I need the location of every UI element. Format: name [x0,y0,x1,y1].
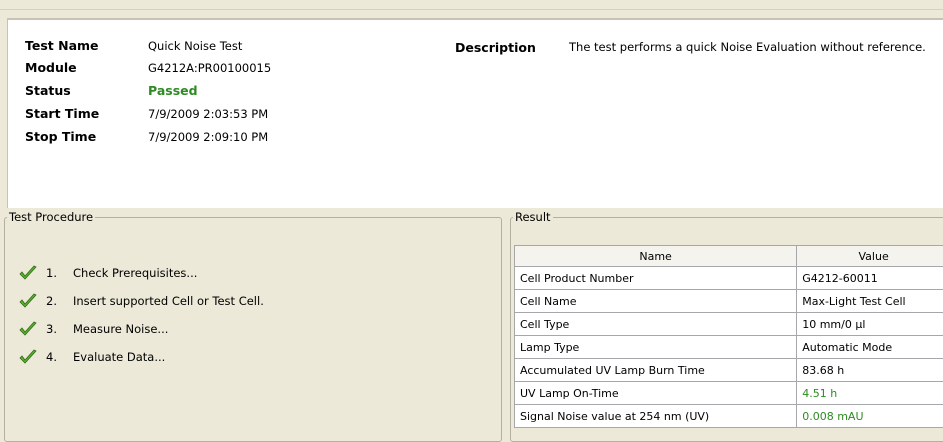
test-procedure-title: Test Procedure [7,210,95,224]
result-table: Name Value Cell Product NumberG4212-6001… [514,245,943,428]
description-label: Description [455,40,536,55]
test-name-value: Quick Noise Test [148,36,242,56]
module-label: Module [25,58,145,78]
checkmark-icon [19,265,37,281]
top-strip [0,0,943,10]
result-name-cell: Signal Noise value at 254 nm (UV) [515,405,797,428]
result-name-cell: Lamp Type [515,336,797,359]
result-value-cell: 83.68 h [797,359,943,382]
step-text: Check Prerequisites... [73,264,197,282]
stop-time-value: 7/9/2009 2:09:10 PM [148,127,268,147]
result-value-cell: 0.008 mAU [797,405,943,428]
result-row[interactable]: Cell Type10 mm/0 µl [515,313,943,336]
result-header-row: Name Value [515,246,943,267]
result-group: Result Name Value Cell Product NumberG42… [510,210,943,442]
checkmark-icon [19,321,37,337]
result-row[interactable]: Cell NameMax-Light Test Cell [515,290,943,313]
result-name-cell: Accumulated UV Lamp Burn Time [515,359,797,382]
step-number: 1. [46,264,57,282]
test-procedure-group: Test Procedure 1. Check Prerequisites... 2… [4,210,502,442]
result-row[interactable]: Lamp TypeAutomatic Mode [515,336,943,359]
result-row[interactable]: Signal Noise value at 254 nm (UV)0.008 m… [515,405,943,428]
result-value-cell: Automatic Mode [797,336,943,359]
result-name-cell: Cell Type [515,313,797,336]
module-value: G4212A:PR00100015 [148,58,271,78]
result-name-cell: Cell Name [515,290,797,313]
value-column-header[interactable]: Value [797,246,943,267]
result-value-cell: G4212-60011 [797,267,943,290]
result-value-cell: Max-Light Test Cell [797,290,943,313]
result-value-cell: 4.51 h [797,382,943,405]
result-row[interactable]: Cell Product NumberG4212-60011 [515,267,943,290]
step-text: Evaluate Data... [73,348,165,366]
result-row[interactable]: Accumulated UV Lamp Burn Time83.68 h [515,359,943,382]
checkmark-icon [19,293,37,309]
start-time-label: Start Time [25,104,145,124]
name-column-header[interactable]: Name [515,246,797,267]
checkmark-icon [19,349,37,365]
result-title: Result [513,210,553,224]
result-name-cell: Cell Product Number [515,267,797,290]
stop-time-label: Stop Time [25,127,145,147]
step-text: Measure Noise... [73,320,168,338]
result-name-cell: UV Lamp On-Time [515,382,797,405]
status-label: Status [25,81,145,101]
step-text: Insert supported Cell or Test Cell. [73,292,264,310]
step-number: 3. [46,320,57,338]
result-row[interactable]: UV Lamp On-Time4.51 h [515,382,943,405]
step-number: 4. [46,348,57,366]
status-value: Passed [148,81,198,101]
test-info-panel: Test Name Quick Noise Test Module G4212A… [7,18,943,208]
description-value: The test performs a quick Noise Evaluati… [569,40,926,54]
start-time-value: 7/9/2009 2:03:53 PM [148,104,268,124]
result-value-cell: 10 mm/0 µl [797,313,943,336]
step-number: 2. [46,292,57,310]
test-name-label: Test Name [25,36,145,56]
